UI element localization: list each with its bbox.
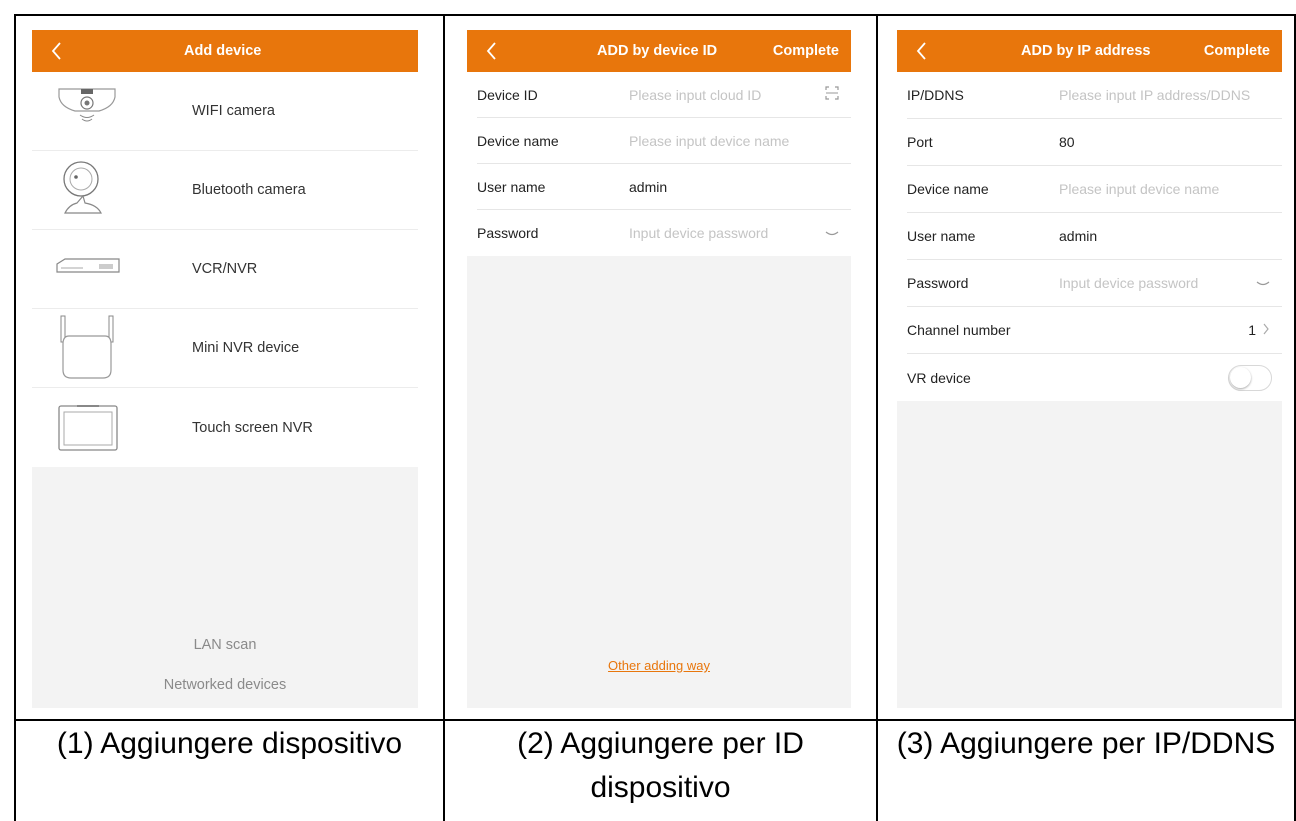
channel-number-value: 1 xyxy=(1248,322,1256,338)
password-input[interactable]: Input device password xyxy=(1059,275,1198,291)
nav-bar: ADD by device ID Complete xyxy=(467,30,851,72)
field-label: Password xyxy=(907,275,969,291)
channel-number-row[interactable]: Channel number 1 xyxy=(907,307,1282,354)
wifi-camera-icon xyxy=(32,76,142,146)
user-name-input[interactable]: admin xyxy=(629,179,667,195)
device-item-bluetooth-camera[interactable]: Bluetooth camera xyxy=(32,151,418,230)
device-item-label: Bluetooth camera xyxy=(192,182,306,198)
device-item-mini-nvr[interactable]: Mini NVR device xyxy=(32,309,418,388)
device-item-label: VCR/NVR xyxy=(192,261,258,277)
field-label: Password xyxy=(477,225,539,241)
device-item-label: WIFI camera xyxy=(192,103,275,119)
password-row[interactable]: Password Input device password xyxy=(907,260,1282,307)
user-name-row[interactable]: User name admin xyxy=(477,164,851,210)
eye-closed-icon[interactable] xyxy=(825,226,839,241)
nvr-recorder-icon xyxy=(32,234,142,304)
other-adding-way-link[interactable]: Other adding way xyxy=(467,658,851,673)
port-input[interactable]: 80 xyxy=(1059,134,1075,150)
device-item-vcr-nvr[interactable]: VCR/NVR xyxy=(32,230,418,309)
networked-devices-link[interactable]: Networked devices xyxy=(32,677,418,693)
ip-address-form: IP/DDNS Please input IP address/DDNS Por… xyxy=(897,72,1282,401)
field-label: Device name xyxy=(907,181,989,197)
page-title: ADD by IP address xyxy=(1021,43,1151,59)
user-name-row[interactable]: User name admin xyxy=(907,213,1282,260)
device-type-list: WIFI camera Bluetooth camera VCR/NVR Min… xyxy=(32,72,418,467)
field-label: IP/DDNS xyxy=(907,87,964,103)
divider-2 xyxy=(876,14,878,821)
device-id-row[interactable]: Device ID Please input cloud ID xyxy=(477,72,851,118)
field-label: Device name xyxy=(477,132,559,149)
caption-3: (3) Aggiungere per IP/DDNS xyxy=(896,727,1276,760)
back-arrow-icon[interactable] xyxy=(481,38,503,64)
device-id-form: Device ID Please input cloud ID Device n… xyxy=(467,72,851,256)
device-name-input[interactable]: Please input device name xyxy=(629,133,789,149)
chevron-right-icon xyxy=(1262,323,1270,338)
device-name-row[interactable]: Device name Please input device name xyxy=(477,118,851,164)
eye-closed-icon[interactable] xyxy=(1256,276,1270,291)
device-name-row[interactable]: Device name Please input device name xyxy=(907,166,1282,213)
field-label: VR device xyxy=(907,369,971,386)
vr-device-row: VR device xyxy=(907,354,1282,401)
page-title: ADD by device ID xyxy=(597,43,718,59)
add-device-screen: Add device WIFI camera Bluetooth camera … xyxy=(32,30,418,708)
field-label: User name xyxy=(477,178,546,195)
field-label: User name xyxy=(907,228,976,244)
caption-1: (1) Aggiungere dispositivo xyxy=(56,727,403,760)
user-name-input[interactable]: admin xyxy=(1059,228,1097,244)
device-id-input[interactable]: Please input cloud ID xyxy=(629,87,761,103)
caption-2: (2) Aggiungere per ID dispositivo xyxy=(517,727,804,804)
nav-bar: Add device xyxy=(32,30,418,72)
mini-nvr-icon xyxy=(32,313,142,383)
back-arrow-icon[interactable] xyxy=(46,38,68,64)
divider-captions xyxy=(14,719,1296,721)
back-arrow-icon[interactable] xyxy=(911,38,933,64)
nav-bar: ADD by IP address Complete xyxy=(897,30,1282,72)
add-by-ip-screen: ADD by IP address Complete IP/DDNS Pleas… xyxy=(897,30,1282,708)
field-label: Device ID xyxy=(477,86,538,103)
device-name-input[interactable]: Please input device name xyxy=(1059,181,1219,197)
touch-screen-nvr-icon xyxy=(32,393,142,463)
device-item-wifi-camera[interactable]: WIFI camera xyxy=(32,72,418,151)
password-row[interactable]: Password Input device password xyxy=(477,210,851,256)
port-row[interactable]: Port 80 xyxy=(907,119,1282,166)
device-item-touch-screen-nvr[interactable]: Touch screen NVR xyxy=(32,388,418,467)
page-title: Add device xyxy=(184,43,262,59)
add-by-id-screen: ADD by device ID Complete Device ID Plea… xyxy=(467,30,851,708)
field-label: Channel number xyxy=(907,322,1011,338)
divider-1 xyxy=(443,14,445,821)
ip-ddns-input[interactable]: Please input IP address/DDNS xyxy=(1059,87,1250,103)
lan-scan-link[interactable]: LAN scan xyxy=(32,637,418,653)
device-item-label: Touch screen NVR xyxy=(192,419,313,436)
bluetooth-camera-icon xyxy=(32,155,142,225)
toggle-knob xyxy=(1230,366,1251,388)
complete-button[interactable]: Complete xyxy=(1204,43,1270,59)
device-item-label: Mini NVR device xyxy=(192,340,300,356)
scan-qr-icon[interactable] xyxy=(825,86,839,103)
field-label: Port xyxy=(907,134,933,150)
ip-ddns-row[interactable]: IP/DDNS Please input IP address/DDNS xyxy=(907,72,1282,119)
password-input[interactable]: Input device password xyxy=(629,225,768,241)
complete-button[interactable]: Complete xyxy=(773,43,839,59)
vr-device-toggle[interactable] xyxy=(1228,364,1272,391)
